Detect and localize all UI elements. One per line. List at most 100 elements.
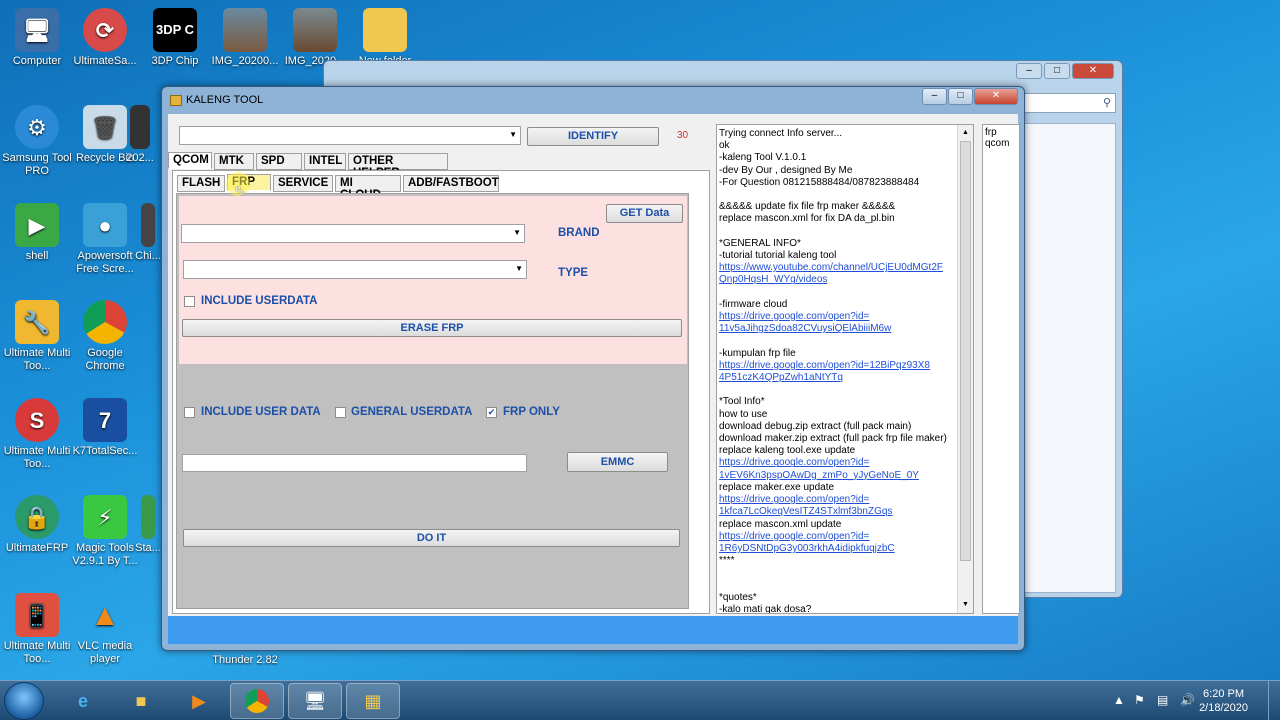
taskbar-remote[interactable]: 🖥 bbox=[288, 683, 342, 719]
brand-combo[interactable]: ▼ bbox=[181, 224, 525, 243]
desktop-icon-ultimate-multi-2[interactable]: S Ultimate Multi Too... bbox=[0, 398, 74, 471]
side-list-item[interactable]: frp qcom bbox=[985, 127, 1009, 149]
maximize-icon[interactable]: □ bbox=[1044, 63, 1070, 79]
log-line: &&&&& update fix file frp maker &&&&& bbox=[719, 201, 896, 213]
titlebar[interactable]: KALENG TOOL – □ ✕ bbox=[162, 87, 1024, 113]
volume-icon[interactable]: 🔊 bbox=[1180, 693, 1195, 707]
desktop-icon-img1[interactable]: IMG_20200... bbox=[208, 8, 282, 68]
desktop-icon-label: Chi... bbox=[135, 250, 161, 262]
show-hidden-icons-icon[interactable]: ▲ bbox=[1113, 693, 1125, 707]
tab-spd[interactable]: SPD bbox=[256, 153, 302, 170]
clock-time: 6:20 PM bbox=[1203, 688, 1245, 700]
desktop-icon-ultimate-multi-1[interactable]: 🔧 Ultimate Multi Too... bbox=[0, 300, 74, 373]
minimize-button[interactable]: – bbox=[922, 88, 947, 105]
general-userdata-checkbox[interactable] bbox=[335, 407, 346, 418]
include-user-data-checkbox[interactable] bbox=[184, 407, 195, 418]
log-link[interactable]: 11v5aJihgzSdoa82CVuysiQElAbiiiM6w bbox=[719, 323, 971, 335]
close-button[interactable]: ✕ bbox=[974, 88, 1018, 105]
scroll-up-icon[interactable]: ▲ bbox=[962, 127, 969, 139]
log-output[interactable]: Trying connect Info server... ok -kaleng … bbox=[716, 124, 974, 614]
log-line: Trying connect Info server... bbox=[719, 128, 843, 139]
frp-only-label: FRP ONLY bbox=[503, 406, 560, 418]
tab-mi-cloud[interactable]: MI CLOUD bbox=[335, 175, 401, 201]
log-link[interactable]: 1vEV6Kn3pspOAwDg_zmPo_yJyGeNoE_0Y bbox=[719, 470, 971, 482]
device-combo[interactable]: ▼ bbox=[179, 126, 521, 145]
frp-erase-group: GET Data ▼ BRAND ▼ TYPE INCLUDE USERDATA… bbox=[179, 196, 687, 364]
type-combo[interactable]: ▼ bbox=[183, 260, 527, 279]
show-desktop-button[interactable] bbox=[1268, 681, 1280, 720]
desktop-icon-img2[interactable]: IMG_2020... bbox=[278, 8, 352, 68]
taskbar: e ■ ▶ 🖥 ▦ ▲ ⚑ ▤ 🔊 6:20 PM 2/18/2020 bbox=[0, 680, 1280, 720]
desktop-icon-202[interactable]: 202... bbox=[118, 105, 162, 165]
desktop-icon-k7[interactable]: 7 K7TotalSec... bbox=[68, 398, 142, 458]
emmc-path-input[interactable] bbox=[182, 454, 527, 472]
taskbar-explorer[interactable]: ■ bbox=[114, 683, 168, 719]
tab-other-helper[interactable]: OTHER HELPER bbox=[348, 153, 448, 179]
minimize-icon[interactable]: – bbox=[1016, 63, 1042, 79]
log-link[interactable]: https://drive.google.com/open?id=12BiPqz… bbox=[719, 360, 971, 372]
desktop-icon-computer[interactable]: 🖥 Computer bbox=[0, 8, 74, 68]
desktop-icon-ultimate-multi-3[interactable]: 📱 Ultimate Multi Too... bbox=[0, 593, 74, 666]
log-link[interactable]: https://drive.google.com/open?id= bbox=[719, 311, 971, 323]
log-line: ok bbox=[719, 140, 730, 152]
network-icon[interactable]: ▤ bbox=[1157, 693, 1168, 707]
cursor-icon: ⬁ bbox=[234, 182, 246, 198]
tab-mtk[interactable]: MTK bbox=[214, 153, 254, 170]
include-userdata-checkbox[interactable] bbox=[184, 296, 195, 307]
chrome-icon bbox=[83, 300, 127, 344]
erase-frp-button[interactable]: ERASE FRP bbox=[182, 319, 682, 337]
side-list[interactable]: frp qcom bbox=[982, 124, 1020, 614]
log-link[interactable]: https://www.youtube.com/channel/UCjEU0dM… bbox=[719, 262, 971, 274]
desktop-icon-vlc[interactable]: ▲ VLC media player bbox=[68, 593, 142, 666]
log-line: -For Question 081215888484/087823888484 bbox=[719, 176, 920, 188]
kaleng-tool-window[interactable]: KALENG TOOL – □ ✕ ▼ IDENTIFY 30 QCOM MTK… bbox=[161, 86, 1025, 651]
desktop-icon-3dp-chip[interactable]: 3DP C 3DP Chip bbox=[138, 8, 212, 68]
taskbar-media[interactable]: ▶ bbox=[172, 683, 226, 719]
desktop-icon-ultimatefrp[interactable]: 🔒 UltimateFRP bbox=[0, 495, 74, 555]
tab-qcom[interactable]: QCOM bbox=[168, 152, 212, 169]
desktop-icon-label: Ultimate Multi Too... bbox=[3, 347, 71, 372]
app-icon bbox=[170, 95, 182, 106]
window-title: KALENG TOOL bbox=[186, 94, 264, 106]
3dp-chip-icon: 3DP C bbox=[153, 8, 197, 52]
log-link[interactable]: https://drive.google.com/open?id= bbox=[719, 494, 971, 506]
log-line: replace maker.exe update bbox=[719, 481, 835, 493]
desktop-icon-shell[interactable]: ▶ shell bbox=[0, 203, 74, 263]
get-data-button[interactable]: GET Data bbox=[606, 204, 683, 223]
log-link[interactable]: 1R6yDSNtDpG3y003rkhA4idipkfuqjzbC bbox=[719, 543, 971, 555]
do-it-button[interactable]: DO IT bbox=[183, 529, 680, 547]
desktop-icon-samsung-tool[interactable]: ⚙ Samsung Tool PRO bbox=[0, 105, 74, 178]
search-input[interactable]: ⚲ bbox=[1020, 93, 1116, 113]
status-bar bbox=[168, 616, 1018, 644]
close-icon[interactable]: ✕ bbox=[1072, 63, 1114, 79]
identify-button[interactable]: IDENTIFY bbox=[527, 127, 659, 146]
desktop-icon-ultimatesa[interactable]: ⟳ UltimateSa... bbox=[68, 8, 142, 68]
clock[interactable]: 6:20 PM 2/18/2020 bbox=[1199, 687, 1248, 715]
emmc-button[interactable]: EMMC bbox=[567, 452, 668, 472]
tab-flash[interactable]: FLASH bbox=[177, 175, 225, 192]
frp-only-checkbox[interactable]: ✔ bbox=[486, 407, 497, 418]
desktop-icon-thunder[interactable]: Thunder 2.82 bbox=[208, 654, 282, 667]
maximize-button[interactable]: □ bbox=[948, 88, 973, 105]
desktop-icon-new-folder[interactable]: New folder bbox=[348, 8, 422, 68]
taskbar-kaleng-tool[interactable]: ▦ bbox=[346, 683, 400, 719]
log-link[interactable]: 1kfca7LcOkeqVesITZ4STxlmf3bnZGqs bbox=[719, 506, 971, 518]
desktop-icon-google-chrome[interactable]: Google Chrome bbox=[68, 300, 142, 373]
start-button[interactable] bbox=[4, 682, 44, 720]
log-link[interactable]: 4P51czK4QPpZwh1aNtYTq bbox=[719, 372, 971, 384]
taskbar-ie[interactable]: e bbox=[56, 683, 110, 719]
taskbar-chrome[interactable] bbox=[230, 683, 284, 719]
scroll-down-icon[interactable]: ▼ bbox=[962, 599, 969, 611]
log-link[interactable]: https://drive.google.com/open?id= bbox=[719, 457, 971, 469]
desktop-icon-label: Apowersoft Free Scre... bbox=[76, 250, 134, 275]
tab-adb-fastboot[interactable]: ADB/FASTBOOT bbox=[403, 175, 499, 192]
flag-icon[interactable]: ⚑ bbox=[1134, 693, 1145, 707]
scrollbar-thumb[interactable] bbox=[960, 141, 971, 561]
tab-intel[interactable]: INTEL bbox=[304, 153, 346, 170]
tab-service[interactable]: SERVICE bbox=[273, 175, 333, 192]
log-scrollbar[interactable]: ▲ ▼ bbox=[957, 125, 973, 613]
log-link[interactable]: https://drive.google.com/open?id= bbox=[719, 531, 971, 543]
log-link[interactable]: Qnp0HqsH_WYg/videos bbox=[719, 274, 971, 286]
